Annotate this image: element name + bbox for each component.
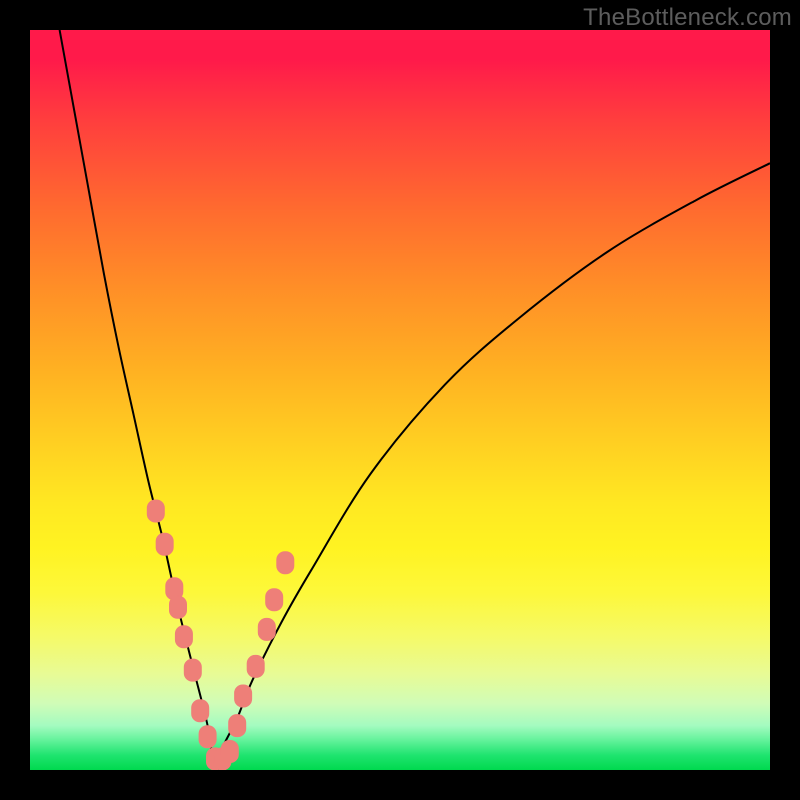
markers-layer	[30, 30, 770, 770]
marker-point	[258, 618, 275, 640]
marker-point	[199, 726, 216, 748]
marker-point	[170, 596, 187, 618]
marker-point	[184, 659, 201, 681]
plot-area	[30, 30, 770, 770]
marker-point	[147, 500, 164, 522]
marker-point	[192, 700, 209, 722]
marker-point	[277, 552, 294, 574]
marker-point	[229, 715, 246, 737]
marker-point	[235, 685, 252, 707]
marker-point	[156, 533, 173, 555]
watermark-text: TheBottleneck.com	[583, 4, 792, 32]
marker-group	[147, 500, 293, 770]
chart-stage: TheBottleneck.com	[0, 0, 800, 800]
marker-point	[247, 655, 264, 677]
marker-point	[175, 626, 192, 648]
marker-point	[221, 741, 238, 763]
marker-point	[266, 589, 283, 611]
